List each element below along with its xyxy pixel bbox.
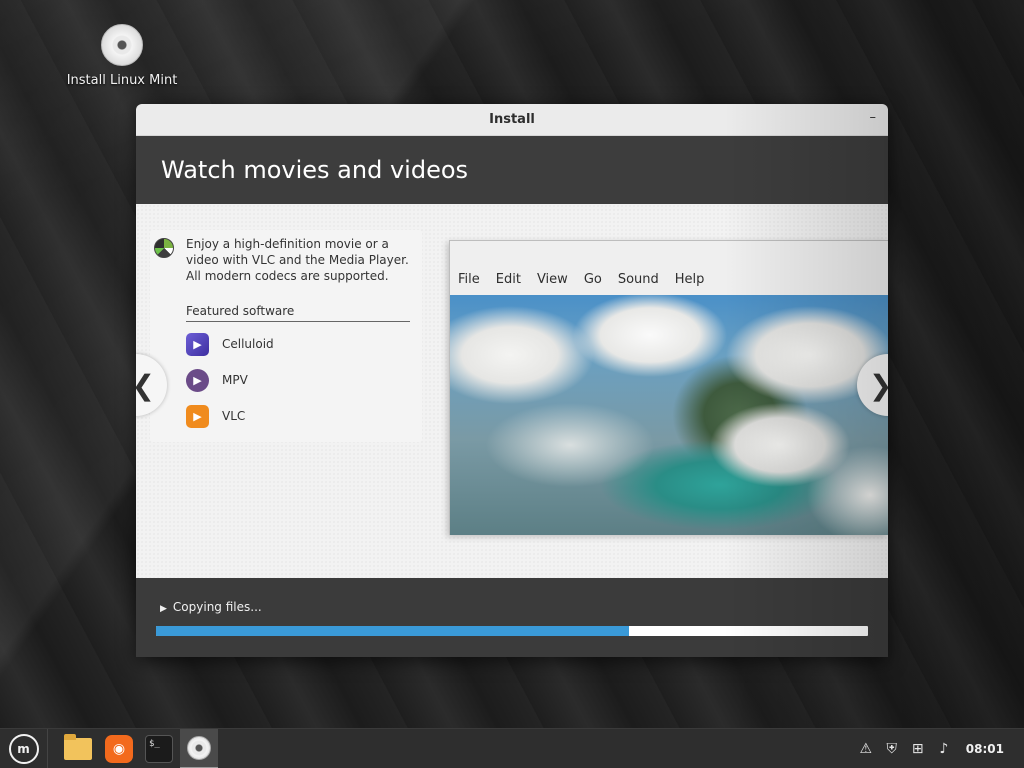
firefox-icon: ◉ xyxy=(105,735,133,763)
slideshow: Enjoy a high-definition movie or a video… xyxy=(136,204,888,578)
terminal-icon: $_ xyxy=(145,735,173,763)
window-titlebar[interactable]: Install – xyxy=(136,104,888,136)
files-icon xyxy=(64,734,92,760)
shield-icon[interactable]: ⛨ xyxy=(884,741,900,757)
menu-edit: Edit xyxy=(495,272,521,287)
player-menubar: File Edit View Go Sound Help xyxy=(450,241,888,295)
desktop-icon-label: Install Linux Mint xyxy=(66,73,178,88)
update-icon[interactable]: ⚠ xyxy=(858,741,874,757)
celluloid-icon: ▶ xyxy=(186,332,209,356)
disc-icon xyxy=(101,24,143,66)
firefox-launcher[interactable]: ◉ xyxy=(100,729,138,768)
progress-fill xyxy=(156,626,630,636)
progress-bar xyxy=(156,626,868,636)
menu-button[interactable]: m xyxy=(0,729,48,768)
description-row: Enjoy a high-definition movie or a video… xyxy=(150,230,422,284)
featured-app-list: ▶ Celluloid ▶ MPV ▶ VLC xyxy=(186,326,422,434)
next-slide-button[interactable]: ❯ xyxy=(857,354,888,416)
slide-description: Enjoy a high-definition movie or a video… xyxy=(186,237,409,283)
list-item: ▶ VLC xyxy=(186,398,422,434)
installer-window: Install – Watch movies and videos Enjoy … xyxy=(136,104,888,657)
featured-software-label: Featured software xyxy=(186,304,410,322)
app-name: Celluloid xyxy=(222,337,274,351)
system-tray: ⚠ ⛨ ⊞ ♪ 08:01 xyxy=(848,729,1024,768)
menu-file: File xyxy=(458,272,480,287)
minimize-button[interactable]: – xyxy=(870,110,877,125)
clock[interactable]: 08:01 xyxy=(966,742,1004,756)
menu-help: Help xyxy=(674,272,705,287)
menu-sound: Sound xyxy=(617,272,659,287)
vlc-icon: ▶ xyxy=(186,404,209,428)
files-launcher[interactable] xyxy=(58,729,98,768)
install-linux-mint-desktop-icon[interactable]: Install Linux Mint xyxy=(66,24,178,88)
app-name: VLC xyxy=(222,409,246,423)
terminal-launcher[interactable]: $_ xyxy=(140,729,178,768)
video-frame xyxy=(450,295,888,535)
menu-icon: m xyxy=(8,734,39,764)
install-progress-area: ▶ Copying files... xyxy=(136,578,888,657)
media-player-preview: File Edit View Go Sound Help xyxy=(449,240,888,535)
window-title: Install xyxy=(489,112,535,127)
menu-view: View xyxy=(536,272,568,287)
slide-heading: Watch movies and videos xyxy=(161,156,469,184)
install-window-button[interactable] xyxy=(180,729,218,768)
taskbar: m ◉ $_ ⚠ ⛨ ⊞ ♪ 08:01 xyxy=(0,728,1024,768)
install-icon xyxy=(187,736,211,760)
info-card: Enjoy a high-definition movie or a video… xyxy=(150,230,422,442)
status-text: Copying files... xyxy=(172,600,262,614)
desktop: Install Linux Mint Install – Watch movie… xyxy=(0,0,1024,728)
list-item: ▶ MPV xyxy=(186,362,422,398)
chevron-left-icon: ❮ xyxy=(136,369,155,402)
status-row[interactable]: ▶ Copying files... xyxy=(160,600,262,614)
volume-icon[interactable]: ♪ xyxy=(936,741,952,757)
mpv-icon: ▶ xyxy=(186,368,209,392)
list-item: ▶ Celluloid xyxy=(186,326,422,362)
chevron-right-icon: ❯ xyxy=(869,369,888,402)
expander-arrow-icon[interactable]: ▶ xyxy=(160,604,167,614)
network-icon[interactable]: ⊞ xyxy=(910,741,926,757)
media-player-icon xyxy=(154,238,174,258)
menu-go: Go xyxy=(583,272,602,287)
slide-header: Watch movies and videos xyxy=(136,136,888,204)
app-name: MPV xyxy=(222,373,248,387)
